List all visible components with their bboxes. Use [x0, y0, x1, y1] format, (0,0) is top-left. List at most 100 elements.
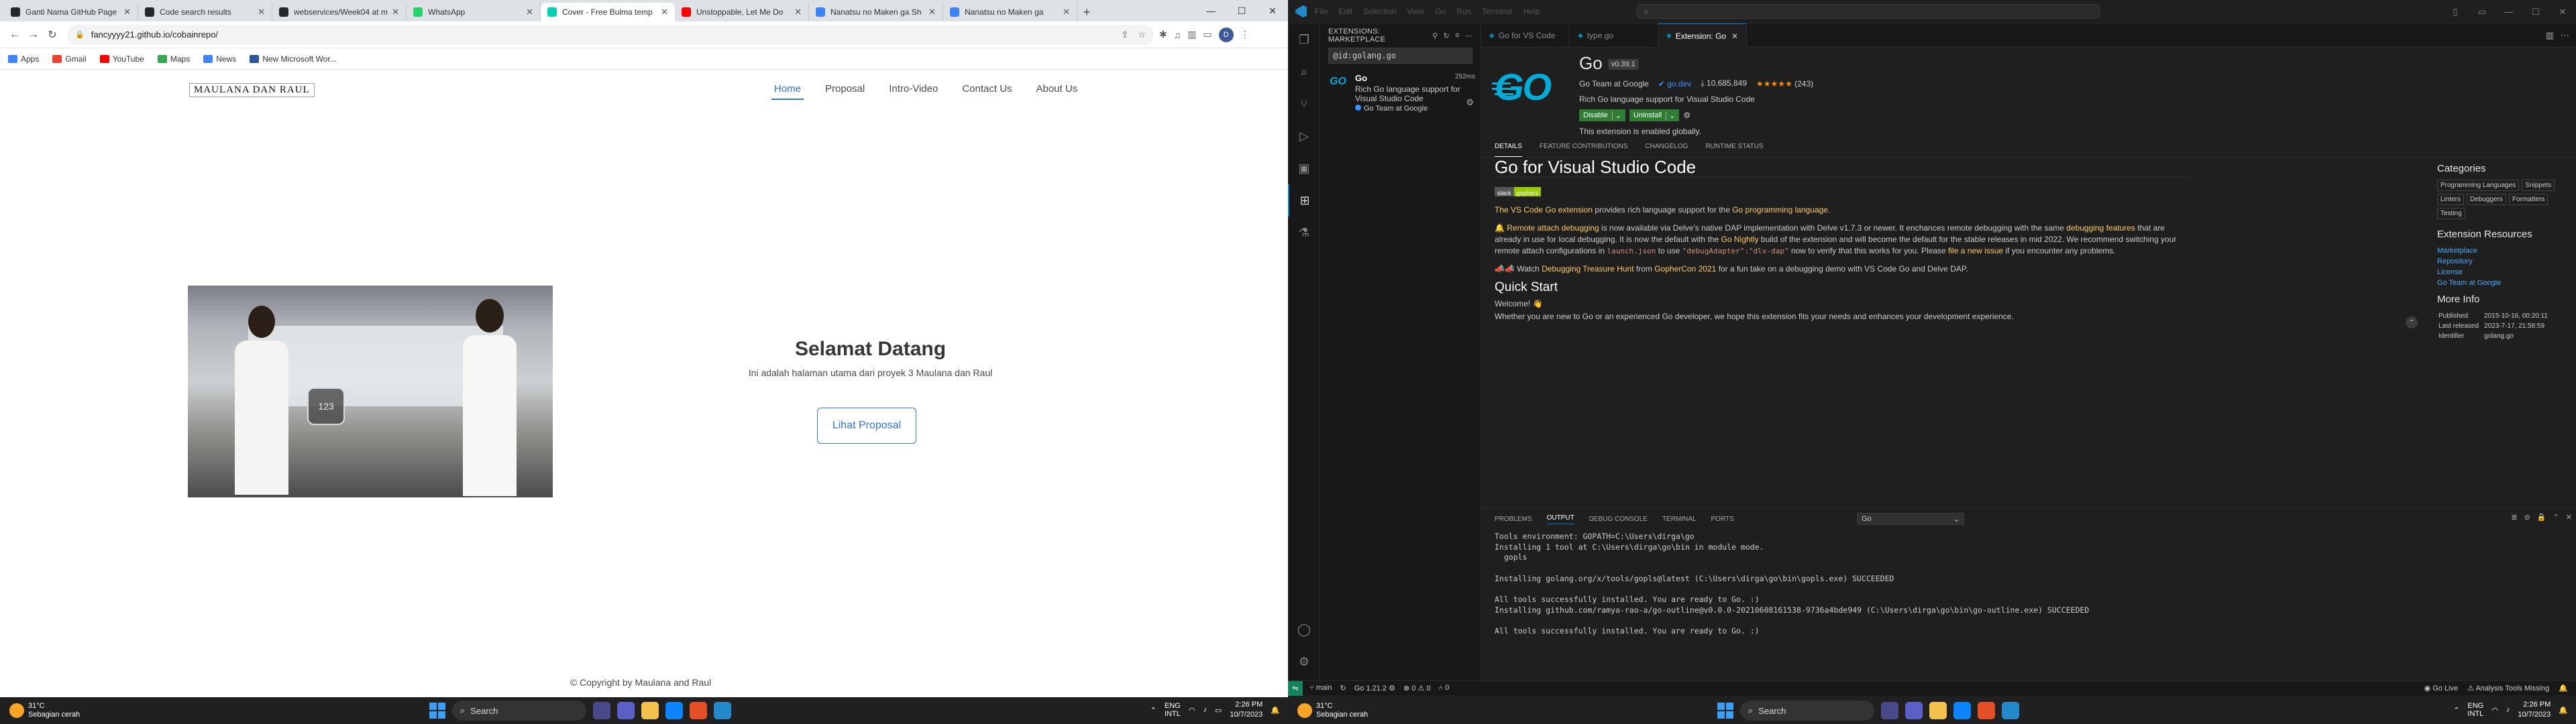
sync-icon[interactable]: ↻ — [1340, 684, 1346, 692]
menu-run[interactable]: Run — [1456, 7, 1471, 16]
chevron-up-icon[interactable]: ⌃ — [2453, 706, 2459, 715]
menu-edit[interactable]: Edit — [1338, 7, 1352, 16]
clear-output-icon[interactable]: ⊘ — [2524, 513, 2530, 522]
sidepanel-icon[interactable]: ▥ — [1187, 29, 1196, 40]
teams-icon[interactable] — [617, 702, 635, 719]
forward-icon[interactable]: → — [24, 25, 43, 44]
category-chip[interactable]: Testing — [2437, 208, 2465, 219]
extension-publisher[interactable]: Go Team at Google — [1579, 79, 1649, 88]
share-icon[interactable]: ⇪ — [1121, 29, 1128, 40]
panel-toggle-icon[interactable]: ▭ — [2469, 0, 2496, 23]
chrome-icon[interactable] — [690, 702, 707, 719]
browser-tab[interactable]: webservices/Week04 at m ✕ — [272, 3, 407, 21]
category-chip[interactable]: Debuggers — [2467, 194, 2506, 205]
account-icon[interactable]: ◯ — [1288, 613, 1320, 646]
panel-tab-problems[interactable]: PROBLEMS — [1495, 516, 1532, 523]
browser-tab[interactable]: Code search results ✕ — [138, 3, 272, 21]
publisher-domain[interactable]: ✔ go.dev — [1658, 79, 1691, 88]
panel-tab-terminal[interactable]: TERMINAL — [1662, 516, 1697, 523]
settings-gear-icon[interactable]: ⚙ — [1683, 111, 1690, 120]
link-vscode-go[interactable]: The VS Code Go extension — [1495, 205, 1593, 215]
maximize-panel-icon[interactable]: ⌃ — [2553, 513, 2559, 522]
explorer-icon[interactable]: ❐ — [1288, 23, 1320, 56]
browser-tab[interactable]: Nanatsu no Maken ga Sh ✕ — [809, 3, 943, 21]
chrome-icon[interactable] — [1978, 702, 1995, 719]
output-channel-select[interactable]: Go ⌄ — [1857, 513, 1964, 525]
windows-start-icon[interactable] — [429, 703, 445, 719]
nav-link-proposal[interactable]: Proposal — [822, 79, 867, 100]
vscode-taskbar-icon[interactable] — [714, 702, 731, 719]
ports-status[interactable]: ⑃ 0 — [1438, 684, 1449, 692]
tab-close-icon[interactable]: ✕ — [661, 7, 668, 17]
tab-close-icon[interactable]: ✕ — [392, 7, 399, 17]
go-version-status[interactable]: Go 1.21.2 ⚙ — [1354, 684, 1395, 692]
close-button[interactable]: ✕ — [1257, 0, 1288, 21]
tab-close-icon[interactable]: ✕ — [1063, 7, 1070, 17]
notification-icon[interactable]: 🔔 — [2559, 706, 2568, 715]
minimize-button[interactable]: — — [2496, 0, 2522, 23]
wifi-icon[interactable]: ◠ — [2491, 706, 2498, 715]
browser-tab[interactable]: Ganti Nama GitHub Page ✕ — [4, 3, 138, 21]
editor-tab[interactable]: ◈ Go for VS Code — [1481, 23, 1570, 48]
manage-gear-icon[interactable]: ⚙ — [1466, 97, 1474, 108]
source-control-icon[interactable]: ⑂ — [1288, 88, 1320, 120]
notifications-icon[interactable]: 🔔 — [2559, 684, 2568, 692]
vscode-taskbar-icon[interactable] — [2002, 702, 2019, 719]
go-live-status[interactable]: ◉ Go Live — [2424, 684, 2459, 692]
menu-view[interactable]: View — [1407, 7, 1424, 16]
volume-icon[interactable]: ♪ — [2506, 706, 2510, 714]
refresh-icon[interactable]: ↻ — [1443, 32, 1450, 40]
uninstall-button[interactable]: Uninstall ⌄ — [1629, 109, 1680, 121]
panel-tab-ports[interactable]: PORTS — [1711, 516, 1734, 523]
weather-widget[interactable]: 31°C Sebagian cerah — [1297, 702, 1368, 719]
slack-badge[interactable]: slack gophers — [1495, 187, 1542, 196]
taskbar-search[interactable]: ⌕ Search — [452, 701, 586, 721]
category-chip[interactable]: Formatters — [2508, 194, 2548, 205]
notification-icon[interactable]: 🔔 — [1271, 706, 1280, 715]
problems-status[interactable]: ⊗ 0 ⚠ 0 — [1403, 684, 1431, 692]
address-bar[interactable]: 🔒 fancyyyy21.github.io/cobainrepo/ ⇪ ☆ — [67, 24, 1154, 45]
analysis-tools-status[interactable]: ⚠ Analysis Tools Missing — [2467, 684, 2549, 692]
bookmark-item[interactable]: Maps — [157, 54, 190, 64]
bookmark-star-icon[interactable]: ☆ — [1138, 29, 1146, 40]
subtab-runtime-status[interactable]: RUNTIME STATUS — [1705, 137, 1763, 157]
disable-button[interactable]: Disable ⌄ — [1579, 109, 1625, 121]
menu-kebab-icon[interactable]: ⋮ — [1240, 29, 1250, 40]
wifi-icon[interactable]: ◠ — [1189, 706, 1195, 715]
extensions-icon[interactable]: ✱ — [1159, 29, 1167, 40]
close-button[interactable]: ✕ — [2549, 0, 2576, 23]
panel-tab-debug-console[interactable]: DEBUG CONSOLE — [1589, 516, 1648, 523]
link-go-lang[interactable]: Go programming language — [1732, 205, 1828, 215]
browser-tab[interactable]: Cover - Free Bulma temp ✕ — [541, 3, 675, 21]
taskbar-search[interactable]: ⌕ Search — [1740, 701, 1874, 721]
back-icon[interactable]: ← — [5, 25, 24, 44]
maximize-button[interactable]: ☐ — [2522, 0, 2549, 23]
bookmark-item[interactable]: New Microsoft Wor... — [250, 54, 337, 64]
menu-file[interactable]: File — [1315, 7, 1328, 16]
file-explorer-icon[interactable] — [641, 702, 659, 719]
run-debug-icon[interactable]: ▷ — [1288, 120, 1320, 152]
manage-gear-icon[interactable]: ⚙ — [1288, 646, 1320, 678]
bookmark-item[interactable]: News — [203, 54, 236, 64]
weather-widget[interactable]: 31°C Sebagian cerah — [9, 702, 80, 719]
layout-icon[interactable]: ▯ — [2442, 0, 2469, 23]
menu-help[interactable]: Help — [1523, 7, 1540, 16]
list-icon[interactable]: ≣ — [2511, 513, 2517, 522]
lang-code[interactable]: ENG — [1165, 702, 1181, 710]
nav-link-about-us[interactable]: About Us — [1034, 79, 1081, 100]
split-editor-icon[interactable]: ▥ — [2546, 30, 2554, 41]
close-panel-icon[interactable]: ✕ — [2566, 513, 2572, 522]
edge-icon[interactable] — [1953, 702, 1971, 719]
volume-icon[interactable]: ♪ — [1203, 706, 1207, 714]
search-icon[interactable]: ⌕ — [1288, 56, 1320, 88]
editor-tab[interactable]: ◈ type.go — [1570, 23, 1658, 48]
chevron-up-icon[interactable]: ⌃ — [1150, 706, 1157, 715]
tab-close-icon[interactable]: ✕ — [123, 7, 131, 17]
subtab-changelog[interactable]: CHANGELOG — [1645, 137, 1688, 157]
remote-explorer-icon[interactable]: ▣ — [1288, 152, 1320, 184]
windows-start-icon[interactable] — [1717, 703, 1733, 719]
resource-link[interactable]: License — [2437, 267, 2571, 278]
rating[interactable]: ★★★★★ (243) — [1756, 79, 1813, 88]
lock-icon[interactable]: 🔒 — [75, 30, 85, 39]
filter-icon[interactable]: ⚲ — [1432, 32, 1438, 40]
